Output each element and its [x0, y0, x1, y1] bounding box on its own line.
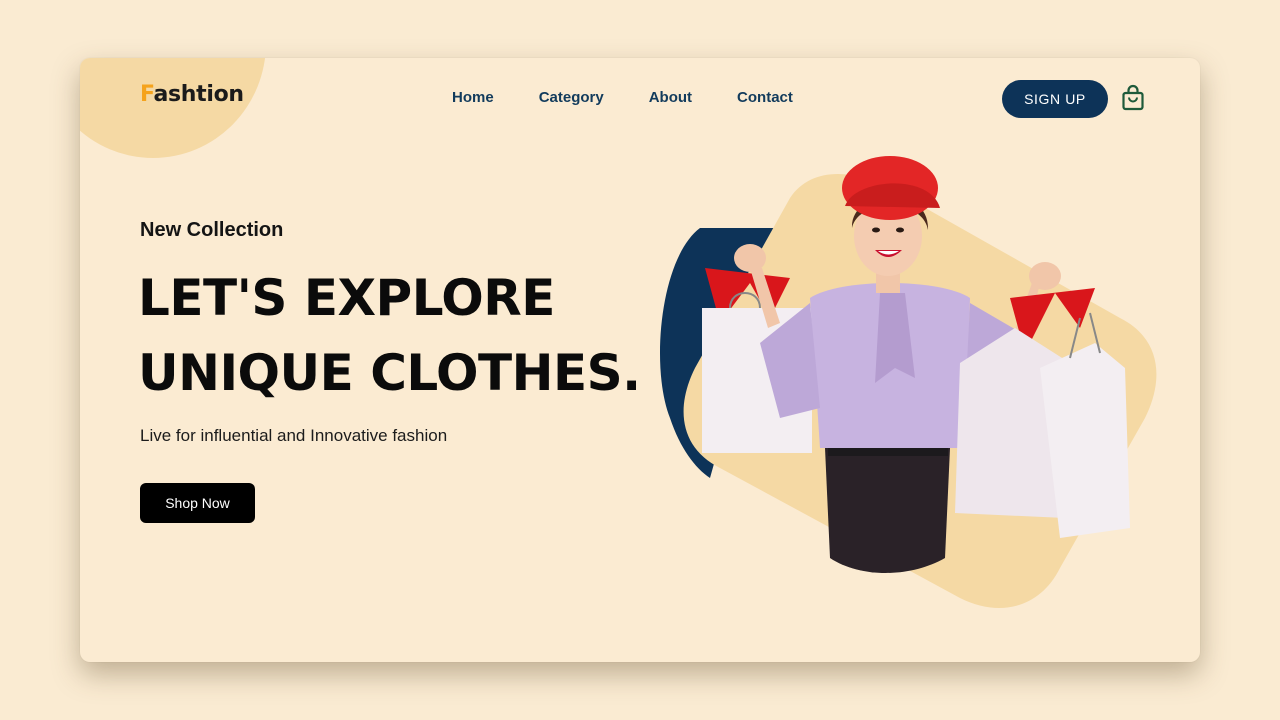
nav-home[interactable]: Home	[452, 89, 494, 106]
hero-headline: LET'S EXPLORE UNIQUE CLOTHES.	[138, 261, 641, 411]
headline-line-1: LET'S EXPLORE	[138, 269, 555, 327]
shopping-bag-icon[interactable]	[1120, 84, 1146, 112]
logo-text: ashtion	[153, 82, 244, 107]
corner-decoration-blob	[80, 58, 266, 158]
main-nav: Home Category About Contact	[452, 89, 793, 106]
headline-line-2: UNIQUE CLOTHES.	[138, 344, 641, 402]
brand-logo[interactable]: Fashtion	[140, 82, 244, 107]
shop-now-button[interactable]: Shop Now	[140, 483, 255, 523]
collection-kicker: New Collection	[140, 219, 284, 241]
nav-category[interactable]: Category	[539, 89, 604, 106]
logo-accent-letter: F	[140, 82, 154, 107]
nav-contact[interactable]: Contact	[737, 89, 793, 106]
hero-subtitle: Live for influential and Innovative fash…	[140, 426, 448, 445]
landing-page-card: Fashtion Home Category About Contact SIG…	[80, 58, 1200, 662]
hero-illustration	[660, 156, 1157, 609]
signup-button[interactable]: SIGN UP	[1002, 80, 1108, 118]
nav-about[interactable]: About	[649, 89, 692, 106]
